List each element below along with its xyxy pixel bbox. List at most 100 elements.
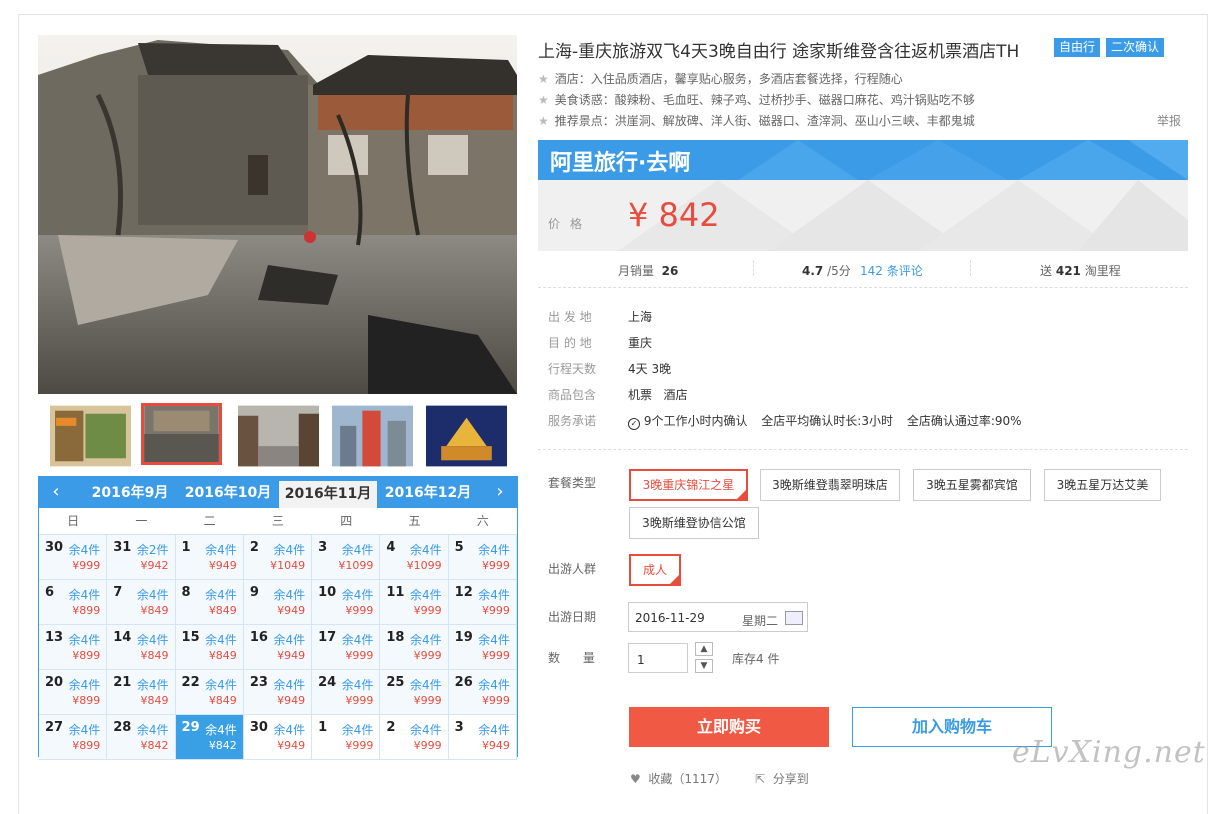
calendar-day-cell[interactable]: 28 余4件 ¥842 [107, 715, 176, 760]
calendar-day-cell[interactable]: 1 余4件 ¥999 [312, 715, 381, 760]
day-stock: 余4件 [136, 588, 169, 602]
thumbnail-2[interactable] [141, 403, 222, 465]
day-number: 18 [386, 630, 405, 645]
monthly-sales-label: 月销量 [618, 264, 655, 278]
day-stock: 余4件 [410, 723, 442, 737]
calendar-day-cell[interactable]: 3 余4件 ¥949 [448, 715, 517, 760]
calendar-day-cell[interactable]: 4 余4件 ¥1099 [380, 535, 449, 580]
calendar-day-cell[interactable]: 13 余4件 ¥899 [39, 625, 108, 670]
calendar-day-cell[interactable]: 8 余4件 ¥849 [175, 580, 244, 625]
calendar-day-cell[interactable]: 14 余4件 ¥849 [107, 625, 176, 670]
calendar-day-cell[interactable]: 9 余4件 ¥949 [243, 580, 313, 625]
service-label: 服务承诺 [548, 414, 597, 428]
calendar-day-cell[interactable]: 2 余4件 ¥1049 [243, 535, 313, 580]
calendar-day-cell[interactable]: 12 余4件 ¥999 [448, 580, 517, 625]
day-price: ¥849 [208, 649, 237, 662]
calendar-day-cell[interactable]: 7 余4件 ¥849 [107, 580, 176, 625]
calendar-icon[interactable] [785, 611, 803, 625]
report-link[interactable]: 举报 [1157, 112, 1181, 129]
calendar-day-cell[interactable]: 18 余4件 ¥999 [380, 625, 449, 670]
calendar-day-cell[interactable]: 17 余4件 ¥999 [312, 625, 381, 670]
days-label: 行程天数 [548, 362, 597, 376]
month-tab-dec[interactable]: 2016年12月 [379, 477, 477, 508]
calendar-day-cell[interactable]: 16 余4件 ¥949 [243, 625, 313, 670]
day-price: ¥949 [277, 649, 306, 662]
rating-suffix: /5分 [827, 264, 851, 278]
favorite-link[interactable]: ♥ 收藏（1117） [630, 770, 727, 787]
month-tab-nov[interactable]: 2016年11月 [279, 481, 377, 508]
package-option-5[interactable]: 3晚斯维登协信公馆 [629, 507, 759, 539]
feature-text: 美食诱惑：酸辣粉、毛血旺、辣子鸡、过桥抄手、磁器口麻花、鸡汁锅贴吃不够 [554, 93, 975, 107]
package-option-4[interactable]: 3晚五星万达艾美 [1044, 469, 1161, 501]
calendar-day-cell[interactable]: 23 余4件 ¥949 [243, 670, 313, 715]
calendar-day-cell[interactable]: 20 余4件 ¥899 [39, 670, 108, 715]
calendar-day-cell[interactable]: 2 余4件 ¥999 [380, 715, 449, 760]
day-stock: 余4件 [341, 678, 374, 692]
day-number: 6 [45, 585, 55, 600]
qty-increase-icon[interactable]: ▲ [695, 642, 713, 656]
day-stock: 余4件 [478, 723, 510, 737]
service-item: 全店确认通过率:90% [906, 414, 1022, 428]
watermark: eLvXing.net [1012, 735, 1206, 770]
feature-line: ★ 推荐景点：洪崖洞、解放碑、洋人街、磁器口、渣滓洞、巫山小三峡、丰都鬼城 [538, 112, 975, 129]
calendar-day-cell[interactable]: 24 余4件 ¥999 [312, 670, 381, 715]
thumbnail-1[interactable] [50, 405, 131, 467]
day-number: 28 [113, 720, 132, 735]
qty-decrease-icon[interactable]: ▼ [695, 659, 713, 673]
month-tab-oct[interactable]: 2016年10月 [179, 477, 277, 508]
check-circle-icon: ✓ [628, 418, 640, 430]
share-link[interactable]: ⇱ 分享到 [755, 770, 809, 787]
destination-label: 目 的 地 [548, 336, 592, 350]
calendar-day-cell[interactable]: 31 余2件 ¥942 [107, 535, 176, 580]
calendar-day-cell[interactable]: 29 余4件 ¥842 [175, 715, 244, 760]
calendar-day-cell[interactable]: 1 余4件 ¥949 [175, 535, 244, 580]
package-option-3[interactable]: 3晚五星雾都宾馆 [913, 469, 1031, 501]
day-stock: 余4件 [205, 723, 237, 737]
calendar-day-cell[interactable]: 19 余4件 ¥999 [448, 625, 517, 670]
date-picker-field[interactable]: 2016-11-29 星期二 [628, 602, 808, 632]
month-tab-sep[interactable]: 2016年9月 [81, 477, 179, 508]
day-price: ¥849 [140, 694, 169, 707]
calendar-day-cell[interactable]: 11 余4件 ¥999 [380, 580, 449, 625]
package-option-2[interactable]: 3晚斯维登翡翠明珠店 [760, 469, 900, 501]
quantity-input[interactable]: 1 [628, 643, 688, 673]
calendar-day-cell[interactable]: 3 余4件 ¥1099 [312, 535, 381, 580]
date-weekday: 星期二 [742, 614, 779, 628]
calendar-day-cell[interactable]: 30 余4件 ¥949 [243, 715, 313, 760]
calendar-day-cell[interactable]: 5 余4件 ¥999 [448, 535, 517, 580]
day-price: ¥999 [481, 694, 510, 707]
next-month-icon[interactable]: › [485, 477, 515, 508]
badge-free-travel: 自由行 [1054, 38, 1101, 57]
sales-stats: 月销量 26 4.7 /5分 142 条评论 送 421 淘里程 [538, 258, 1188, 288]
calendar-day-cell[interactable]: 10 余4件 ¥999 [312, 580, 381, 625]
weekday-header: 日 一 二 三 四 五 六 [39, 508, 517, 535]
calendar-day-cell[interactable]: 22 余4件 ¥849 [175, 670, 244, 715]
calendar-day-cell[interactable]: 30 余4件 ¥999 [39, 535, 108, 580]
calendar-day-cell[interactable]: 21 余4件 ¥849 [107, 670, 176, 715]
day-number: 12 [454, 585, 473, 600]
day-stock: 余4件 [68, 543, 101, 557]
calendar-day-cell[interactable]: 27 余4件 ¥899 [39, 715, 108, 760]
calendar-day-cell[interactable]: 15 余4件 ¥849 [175, 625, 244, 670]
day-number: 3 [318, 540, 328, 555]
day-number: 3 [454, 720, 464, 735]
thumbnail-5[interactable] [426, 405, 507, 467]
points-suffix: 淘里程 [1084, 264, 1121, 278]
thumbnail-3[interactable] [238, 405, 319, 467]
calendar-day-cell[interactable]: 25 余4件 ¥999 [380, 670, 449, 715]
reviews-link[interactable]: 142 条评论 [860, 262, 923, 279]
day-price: ¥849 [140, 649, 169, 662]
group-option-adult[interactable]: 成人 [629, 554, 681, 586]
calendar-day-cell[interactable]: 6 余4件 ¥899 [39, 580, 108, 625]
package-option-1[interactable]: 3晚重庆锦江之星 [629, 469, 748, 501]
day-number: 11 [386, 585, 405, 600]
day-number: 2 [386, 720, 396, 735]
prev-month-icon[interactable]: ‹ [41, 477, 71, 508]
calendar-day-cell[interactable]: 26 余4件 ¥999 [448, 670, 517, 715]
buy-now-button[interactable]: 立即购买 [629, 707, 829, 747]
day-price: ¥899 [72, 739, 101, 752]
day-stock: 余4件 [205, 543, 237, 557]
thumbnail-4[interactable] [332, 405, 413, 467]
day-number: 5 [454, 540, 464, 555]
day-number: 4 [386, 540, 396, 555]
